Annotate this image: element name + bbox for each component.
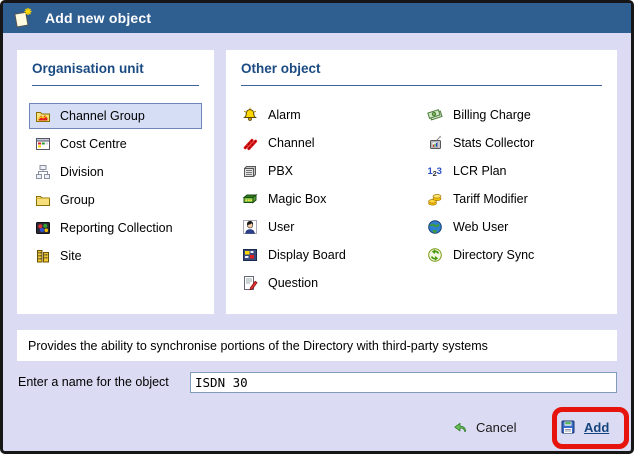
new-document-sparkle-icon [12, 7, 34, 29]
pbx-icon [242, 163, 258, 179]
other-object-column-1: Alarm Channel PBX Magic Box User Display… [242, 101, 346, 297]
alarm-bell-icon [242, 107, 258, 123]
obj-item-stats-collector[interactable]: Stats Collector [427, 129, 534, 157]
obj-item-display-board[interactable]: Display Board [242, 241, 346, 269]
obj-item-magic-box[interactable]: Magic Box [242, 185, 346, 213]
heading-divider [241, 85, 602, 86]
lcr-plan-icon: 1 2 3 [427, 163, 443, 179]
add-label: Add [584, 419, 610, 435]
channel-icon [242, 135, 258, 151]
billing-charge-icon [427, 107, 443, 123]
add-new-object-dialog: Add new object Organisation unit Channel… [0, 0, 634, 454]
org-item-label: Group [60, 193, 95, 207]
org-item-label: Site [60, 249, 82, 263]
org-item-label: Reporting Collection [60, 221, 173, 235]
org-item-label: Cost Centre [60, 137, 127, 151]
heading-divider [32, 85, 199, 86]
question-icon [242, 275, 258, 291]
obj-item-alarm[interactable]: Alarm [242, 101, 346, 129]
other-object-panel: Other object Alarm Channel PBX Magic Box… [226, 50, 617, 314]
cancel-label: Cancel [476, 419, 517, 435]
obj-item-label: Tariff Modifier [453, 192, 528, 206]
organisation-unit-list: Channel Group Cost Centre Division Group… [17, 103, 214, 271]
obj-item-tariff-modifier[interactable]: Tariff Modifier [427, 185, 534, 213]
obj-item-pbx[interactable]: PBX [242, 157, 346, 185]
obj-item-question[interactable]: Question [242, 269, 346, 297]
obj-item-label: PBX [268, 164, 294, 178]
obj-item-label: Channel [268, 136, 315, 150]
obj-item-label: LCR Plan [453, 164, 507, 178]
org-item-label: Division [60, 165, 104, 179]
reporting-collection-icon [35, 220, 51, 236]
obj-item-label: Alarm [268, 108, 301, 122]
other-object-heading: Other object [241, 61, 321, 76]
magic-box-icon [242, 191, 258, 207]
obj-item-channel[interactable]: Channel [242, 129, 346, 157]
undo-arrow-icon [452, 419, 468, 435]
org-item-group[interactable]: Group [29, 187, 202, 213]
obj-item-label: Billing Charge [453, 108, 531, 122]
org-item-channel-group[interactable]: Channel Group [29, 103, 202, 129]
site-icon [35, 248, 51, 264]
stats-collector-icon [427, 135, 443, 151]
division-icon [35, 164, 51, 180]
add-button[interactable]: Add [560, 417, 609, 437]
floppy-disk-icon [560, 419, 576, 435]
obj-item-label: Display Board [268, 248, 346, 262]
svg-text:3: 3 [437, 166, 442, 177]
object-description: Provides the ability to synchronise port… [17, 330, 617, 361]
obj-item-label: Web User [453, 220, 509, 234]
obj-item-user[interactable]: User [242, 213, 346, 241]
org-item-site[interactable]: Site [29, 243, 202, 269]
display-board-icon [242, 247, 258, 263]
obj-item-label: Directory Sync [453, 248, 535, 262]
cancel-button[interactable]: Cancel [452, 417, 516, 437]
obj-item-label: User [268, 220, 295, 234]
user-icon [242, 219, 258, 235]
obj-item-label: Stats Collector [453, 136, 535, 150]
directory-sync-icon [427, 247, 443, 263]
tariff-modifier-icon [427, 191, 443, 207]
org-item-label: Channel Group [60, 109, 145, 123]
org-item-reporting-collection[interactable]: Reporting Collection [29, 215, 202, 241]
obj-item-label: Question [268, 276, 319, 290]
org-item-division[interactable]: Division [29, 159, 202, 185]
organisation-unit-panel: Organisation unit Channel Group Cost Cen… [17, 50, 214, 314]
dialog-titlebar: Add new object [3, 3, 631, 33]
obj-item-web-user[interactable]: Web User [427, 213, 534, 241]
obj-item-billing-charge[interactable]: Billing Charge [427, 101, 534, 129]
obj-item-label: Magic Box [268, 192, 327, 206]
org-item-cost-centre[interactable]: Cost Centre [29, 131, 202, 157]
group-icon [35, 192, 51, 208]
object-name-input[interactable] [190, 372, 617, 393]
other-object-column-2: Billing Charge Stats Collector 1 2 3 LCR… [427, 101, 534, 269]
organisation-unit-heading: Organisation unit [32, 61, 144, 76]
web-user-icon [427, 219, 443, 235]
channel-group-icon [35, 108, 51, 124]
obj-item-directory-sync[interactable]: Directory Sync [427, 241, 534, 269]
dialog-title: Add new object [45, 10, 152, 26]
name-field-label: Enter a name for the object [18, 375, 169, 389]
cost-centre-icon [35, 136, 51, 152]
obj-item-lcr-plan[interactable]: 1 2 3 LCR Plan [427, 157, 534, 185]
